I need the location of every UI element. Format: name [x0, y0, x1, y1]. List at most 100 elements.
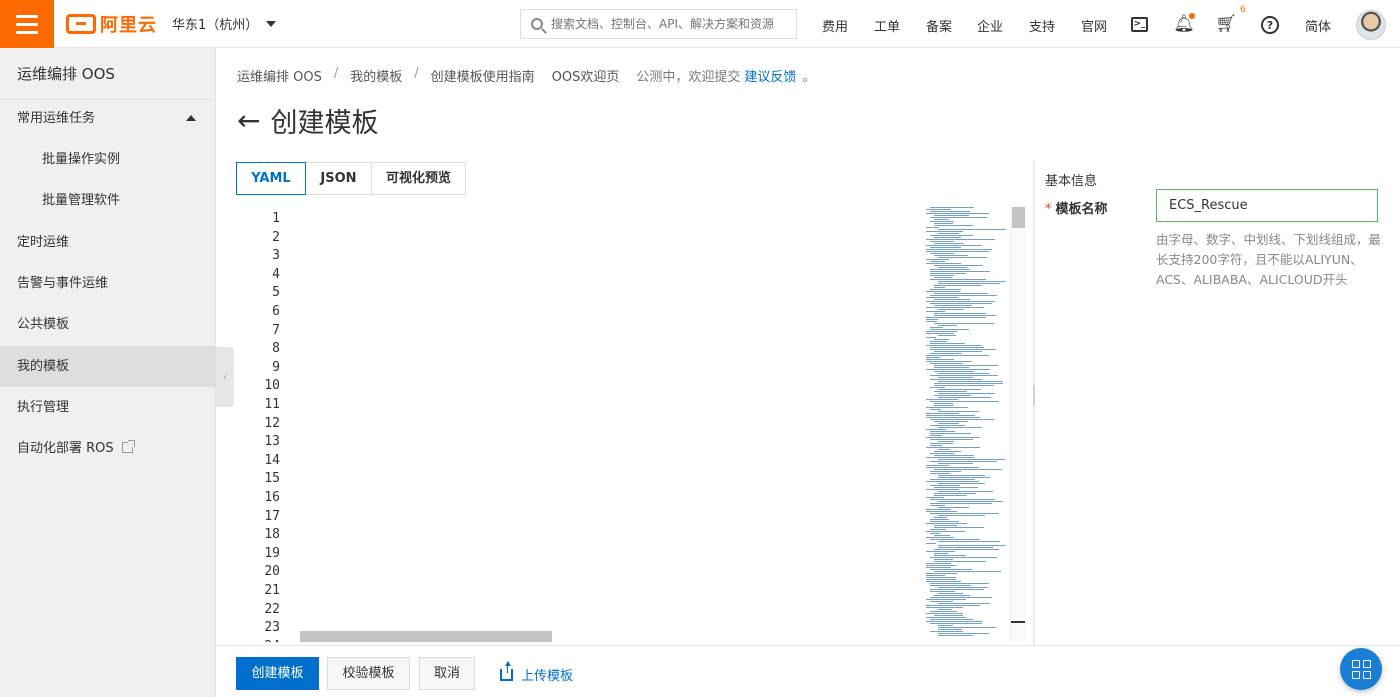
feedback-link[interactable]: 建议反馈 [744, 66, 796, 85]
minimap-line [930, 217, 987, 218]
panel-resize-handle[interactable] [1033, 160, 1035, 645]
minimap-line [938, 587, 989, 588]
minimap-line [938, 507, 969, 508]
sidebar-title: 运维编排 OOS [0, 48, 215, 100]
minimap-line [926, 607, 964, 608]
language-switch[interactable]: 简体 [1305, 16, 1331, 35]
aliyun-logo[interactable]: 阿里云 [66, 12, 157, 36]
horizontal-scroll-thumb[interactable] [300, 631, 552, 642]
minimap-line [934, 287, 946, 288]
minimap-line [930, 289, 962, 290]
line-number: 12 [264, 415, 280, 431]
minimap-line [934, 553, 948, 554]
minimap-line [930, 353, 962, 354]
nav-icp[interactable]: 备案 [926, 16, 952, 35]
minimap-line [926, 417, 981, 418]
minimap-line [926, 565, 956, 566]
breadcrumb-item-my-templates[interactable]: 我的模板 [350, 66, 402, 85]
apps-grid-icon[interactable] [1340, 648, 1382, 690]
nav-enterprise[interactable]: 企业 [977, 16, 1003, 35]
sidebar-item-ros[interactable]: 自动化部署 ROS [0, 428, 216, 469]
validate-template-button[interactable]: 校验模板 [327, 657, 410, 690]
minimap-line [934, 215, 969, 216]
minimap-line [934, 487, 979, 488]
minimap-line [934, 595, 970, 596]
minimap-line [930, 379, 983, 380]
minimap-line [926, 581, 961, 582]
minimap-line [934, 527, 984, 528]
minimap-line [934, 535, 950, 536]
minimap-line [926, 297, 958, 298]
search-input[interactable] [551, 17, 781, 31]
arrow-left-icon[interactable]: ← [237, 104, 260, 137]
minimap-line [926, 259, 950, 260]
minimap-line [926, 209, 951, 210]
minimap-line [934, 315, 997, 316]
minimap-line [934, 265, 983, 266]
chevron-up-icon [186, 115, 196, 121]
help-icon[interactable]: ? [1261, 16, 1279, 34]
template-name-input[interactable] [1156, 189, 1378, 222]
terminal-icon[interactable]: >_ [1131, 17, 1148, 32]
sidebar-item-my-templates[interactable]: 我的模板 [0, 346, 216, 387]
minimap-line [926, 447, 980, 448]
minimap-line [930, 275, 955, 276]
nav-billing[interactable]: 费用 [822, 16, 848, 35]
minimap-line [926, 523, 968, 524]
code-editor[interactable]: 123456789101112131415161718192021222324 … [236, 205, 1026, 642]
minimize-icon[interactable] [1011, 621, 1025, 623]
breadcrumb-item-oos[interactable]: 运维编排 OOS [237, 66, 322, 85]
minimap-line [930, 471, 962, 472]
minimap-line [930, 461, 997, 462]
minimap-line [938, 335, 957, 336]
tab-json[interactable]: JSON [305, 162, 372, 195]
create-template-button[interactable]: 创建模板 [236, 657, 319, 690]
line-number: 9 [272, 359, 280, 375]
sidebar-item-common-tasks[interactable]: 常用运维任务 [0, 98, 216, 139]
minimap-line [938, 393, 995, 394]
minimap-line [930, 235, 974, 236]
minimap-line [926, 429, 946, 430]
minimap-line [926, 227, 939, 228]
cancel-button[interactable]: 取消 [419, 657, 475, 690]
vertical-scrollbar[interactable] [1010, 205, 1026, 642]
nav-tickets[interactable]: 工单 [874, 16, 900, 35]
global-search[interactable] [520, 9, 797, 39]
tab-yaml[interactable]: YAML [236, 162, 306, 195]
sidebar-item-scheduled-ops[interactable]: 定时运维 [0, 222, 216, 263]
minimap-line [930, 439, 974, 440]
minimap-line [926, 301, 996, 302]
minimap-line [930, 387, 945, 388]
minimap-line [926, 407, 968, 408]
sidebar-item-executions[interactable]: 执行管理 [0, 387, 216, 428]
avatar[interactable] [1356, 10, 1386, 40]
sidebar-collapse-toggle[interactable]: ‹ [216, 347, 234, 407]
sidebar-item-batch-instances[interactable]: 批量操作实例 [0, 139, 216, 180]
vertical-scroll-thumb[interactable] [1012, 207, 1025, 228]
breadcrumb-welcome-link[interactable]: OOS欢迎页 [552, 66, 620, 85]
sidebar-item-alarm-events[interactable]: 告警与事件运维 [0, 263, 216, 304]
minimap-line [926, 355, 989, 356]
minimap-line [930, 529, 946, 530]
cart-icon[interactable]: 🛒︎ [1215, 13, 1237, 35]
sidebar-item-public-templates[interactable]: 公共模板 [0, 304, 216, 345]
breadcrumb-guide-link[interactable]: 创建模板使用指南 [431, 66, 535, 85]
minimap-line [934, 421, 968, 422]
nav-support[interactable]: 支持 [1029, 16, 1055, 35]
minimap-line [926, 465, 949, 466]
minimap-line [926, 551, 955, 552]
minimap-line [930, 499, 996, 500]
menu-icon[interactable] [0, 0, 54, 48]
template-name-label-text: 模板名称 [1055, 202, 1108, 217]
tab-visual-preview[interactable]: 可视化预览 [371, 162, 466, 195]
region-selector[interactable]: 华东1（杭州） [172, 14, 277, 33]
nav-official-site[interactable]: 官网 [1081, 16, 1107, 35]
code-minimap[interactable] [924, 205, 1010, 642]
sidebar-item-batch-software[interactable]: 批量管理软件 [0, 180, 216, 221]
minimap-line [926, 579, 956, 580]
minimap-line [930, 619, 973, 620]
minimap-line [926, 357, 941, 358]
minimap-line [930, 519, 950, 520]
upload-template-button[interactable]: 上传模板 [500, 660, 573, 684]
notification-dot [1189, 13, 1195, 19]
